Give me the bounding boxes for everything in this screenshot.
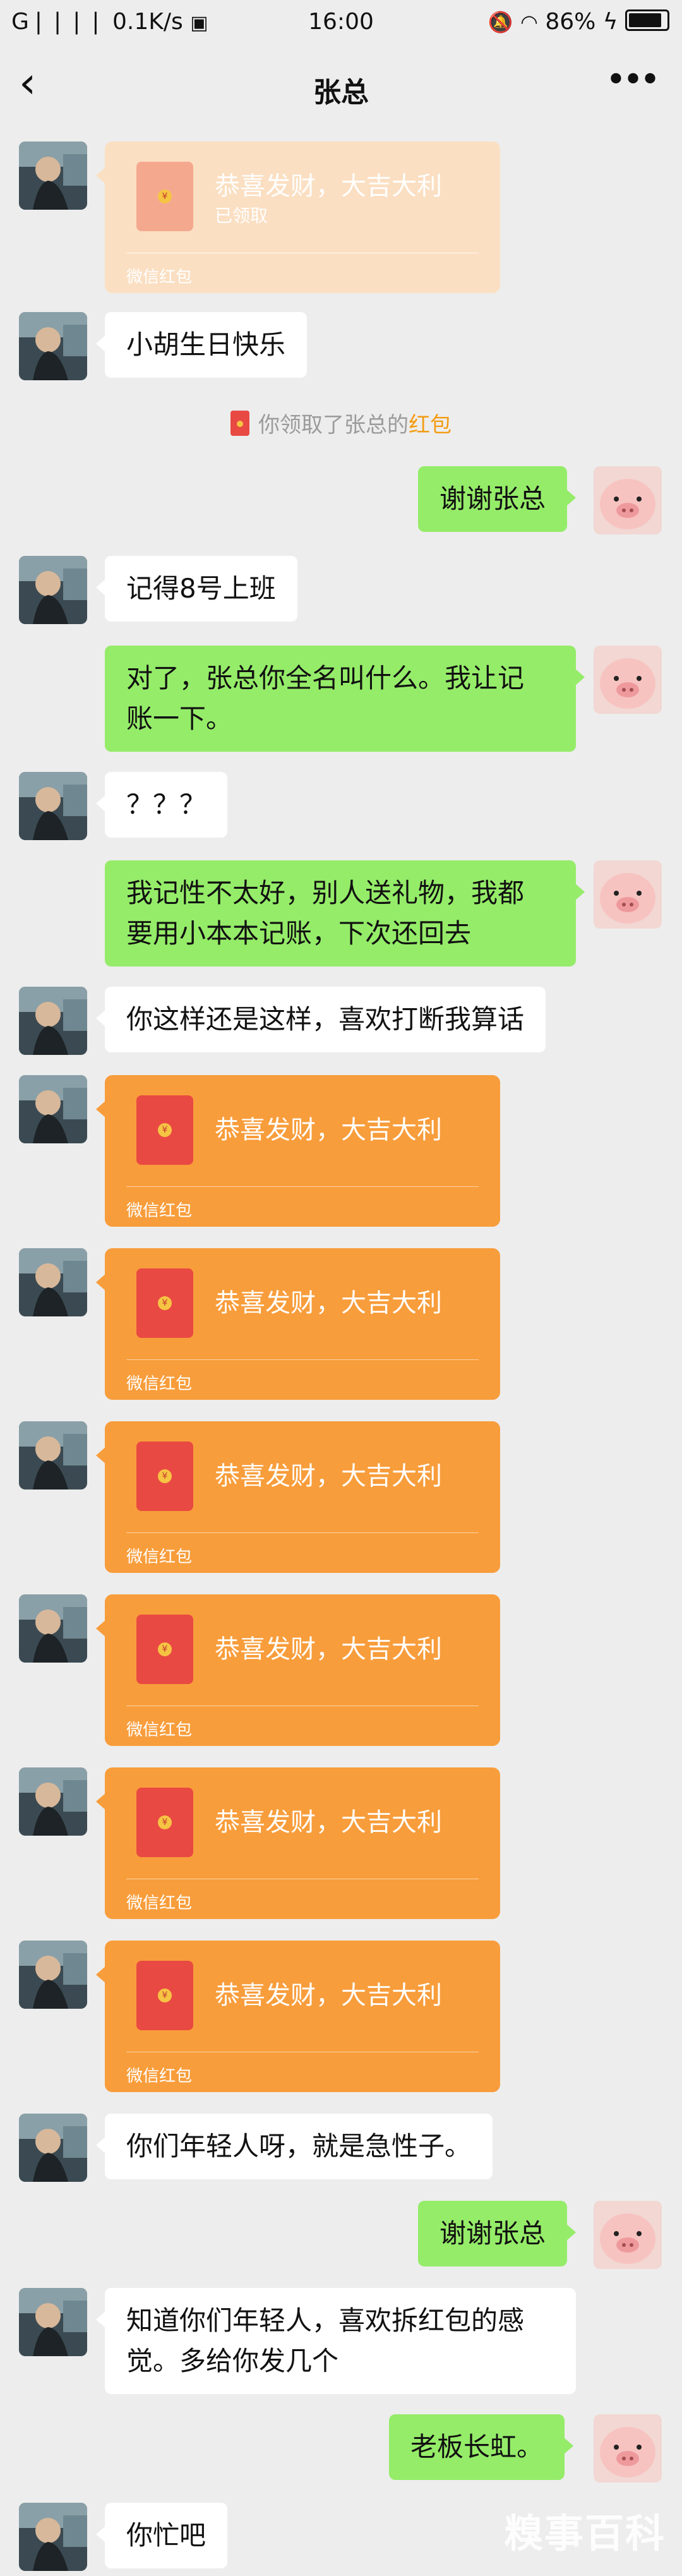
contact-avatar[interactable]: [19, 1941, 87, 2009]
my-avatar[interactable]: [594, 2201, 662, 2269]
red-packet-greeting: 恭喜发财，大吉大利: [215, 172, 442, 201]
red-packet-icon: ¥: [136, 1268, 193, 1338]
my-avatar[interactable]: [594, 466, 662, 534]
red-packet-link[interactable]: 红包: [409, 412, 452, 438]
my-avatar[interactable]: [594, 646, 662, 714]
status-right: 🔕 ◠ 86% ϟ: [488, 9, 669, 35]
message-text: ？？？: [126, 789, 206, 820]
contact-avatar[interactable]: [19, 141, 87, 210]
message-bubble-incoming[interactable]: 你这样还是这样，喜欢打断我算话: [95, 987, 546, 1052]
red-packet[interactable]: ¥ 恭喜发财，大吉大利 微信红包: [96, 1941, 500, 2092]
red-packet-small-icon: [230, 411, 249, 436]
red-packet-icon: ¥: [136, 1441, 193, 1511]
watermark: 糗事百科: [503, 2510, 666, 2556]
chat-header: ‹ 张总 •••: [0, 45, 682, 129]
red-packet-status: 已领取: [215, 205, 268, 226]
red-packet-label: 微信红包: [126, 1548, 193, 1567]
red-packet-icon: ¥: [136, 1615, 193, 1684]
battery-percent: 86%: [545, 9, 596, 35]
more-options-icon[interactable]: •••: [606, 59, 661, 100]
red-packet[interactable]: ¥ 恭喜发财，大吉大利 微信红包: [96, 1594, 500, 1746]
red-packet-label: 微信红包: [126, 1375, 193, 1393]
wifi-icon: ◠: [520, 10, 538, 34]
message-text-line: 觉。多给你发几个: [126, 2345, 339, 2376]
contact-avatar[interactable]: [19, 556, 87, 624]
my-avatar[interactable]: [594, 860, 662, 929]
contact-avatar[interactable]: [19, 987, 87, 1055]
contact-avatar[interactable]: [19, 2288, 87, 2356]
message-bubble-incoming[interactable]: 你们年轻人呀，就是急性子。: [95, 2114, 493, 2179]
contact-avatar[interactable]: [19, 2503, 87, 2571]
message-bubble-incoming[interactable]: 记得8号上班: [96, 556, 297, 622]
red-packet[interactable]: ¥ 恭喜发财，大吉大利 微信红包: [96, 1767, 500, 1919]
red-packet-greeting: 恭喜发财，大吉大利: [215, 1116, 442, 1145]
red-packet-icon: ¥: [136, 1788, 193, 1857]
red-packet-icon: ¥: [136, 1095, 193, 1165]
red-packet-label: 微信红包: [126, 1201, 193, 1220]
battery-icon: [625, 9, 669, 31]
red-packet-greeting: 恭喜发财，大吉大利: [215, 1808, 442, 1837]
divider: [126, 1532, 479, 1533]
red-packet-label: 微信红包: [126, 268, 193, 287]
message-bubble-outgoing[interactable]: 谢谢张总: [418, 2201, 577, 2266]
red-packet-greeting: 恭喜发财，大吉大利: [215, 1981, 442, 2010]
divider: [126, 1186, 479, 1187]
message-bubble-outgoing[interactable]: 老板长虹。: [389, 2414, 574, 2480]
red-packet-icon: ¥: [136, 1961, 193, 2030]
mute-bell-icon: 🔕: [488, 10, 513, 34]
message-text: 谢谢张总: [440, 2218, 546, 2249]
message-text-line: 要用小本本记账，下次还回去: [126, 918, 472, 949]
message-text: 你忙吧: [126, 2520, 206, 2551]
contact-avatar[interactable]: [19, 312, 87, 380]
red-packet[interactable]: ¥ 恭喜发财，大吉大利 微信红包: [96, 1248, 500, 1400]
message-text: 老板长虹。: [410, 2431, 544, 2462]
red-packet-received[interactable]: ¥ 恭喜发财，大吉大利 已领取 微信红包: [96, 141, 500, 293]
contact-avatar[interactable]: [19, 1594, 87, 1663]
message-text: 你这样还是这样，喜欢打断我算话: [126, 1004, 525, 1035]
red-packet-label: 微信红包: [126, 1721, 193, 1740]
red-packet[interactable]: ¥ 恭喜发财，大吉大利 微信红包: [96, 1075, 500, 1227]
message-text: 谢谢张总: [440, 483, 546, 514]
message-text: 记得8号上班: [126, 573, 276, 604]
system-notice: 你领取了张总的红包: [0, 407, 682, 438]
message-bubble-outgoing[interactable]: 对了，张总你全名叫什么。我让记 账一下。: [105, 646, 585, 752]
contact-avatar[interactable]: [19, 1248, 87, 1316]
red-packet-greeting: 恭喜发财，大吉大利: [215, 1635, 442, 1664]
message-bubble-incoming[interactable]: 知道你们年轻人，喜欢拆红包的感 觉。多给你发几个: [96, 2288, 576, 2394]
message-bubble-incoming[interactable]: 你忙吧: [95, 2503, 228, 2568]
charging-icon: ϟ: [602, 9, 618, 35]
red-packet-greeting: 恭喜发财，大吉大利: [215, 1289, 442, 1318]
message-text-line: 知道你们年轻人，喜欢拆红包的感: [126, 2305, 525, 2336]
message-bubble-incoming[interactable]: ？？？: [95, 772, 228, 838]
divider: [126, 1359, 479, 1360]
status-bar: G❘❘❘❘ 0.1K/s ▣ 16:00 🔕 ◠ 86% ϟ: [0, 0, 682, 45]
message-text-line: 我记性不太好，别人送礼物，我都: [126, 877, 525, 908]
red-packet-label: 微信红包: [126, 1894, 193, 1913]
red-packet-icon: ¥: [136, 162, 193, 231]
chat-title: 张总: [313, 76, 369, 109]
contact-avatar[interactable]: [19, 1075, 87, 1143]
contact-avatar[interactable]: [19, 1421, 87, 1490]
message-bubble-incoming[interactable]: 小胡生日快乐: [95, 312, 308, 378]
red-packet[interactable]: ¥ 恭喜发财，大吉大利 微信红包: [96, 1421, 500, 1573]
message-text: 小胡生日快乐: [126, 329, 286, 360]
contact-avatar[interactable]: [19, 2114, 87, 2182]
my-avatar[interactable]: [594, 2414, 662, 2483]
message-bubble-outgoing[interactable]: 我记性不太好，别人送礼物，我都 要用小本本记账，下次还回去: [105, 860, 585, 966]
message-text: 你们年轻人呀，就是急性子。: [126, 2131, 472, 2162]
contact-avatar[interactable]: [19, 772, 87, 840]
red-packet-label: 微信红包: [126, 2067, 193, 2086]
system-notice-text: 你领取了张总的: [258, 412, 409, 438]
red-packet-greeting: 恭喜发财，大吉大利: [215, 1462, 442, 1491]
message-text-line: 账一下。: [126, 703, 233, 734]
message-bubble-outgoing[interactable]: 谢谢张总: [418, 466, 577, 532]
message-text-line: 对了，张总你全名叫什么。我让记: [126, 663, 525, 694]
contact-avatar[interactable]: [19, 1767, 87, 1836]
